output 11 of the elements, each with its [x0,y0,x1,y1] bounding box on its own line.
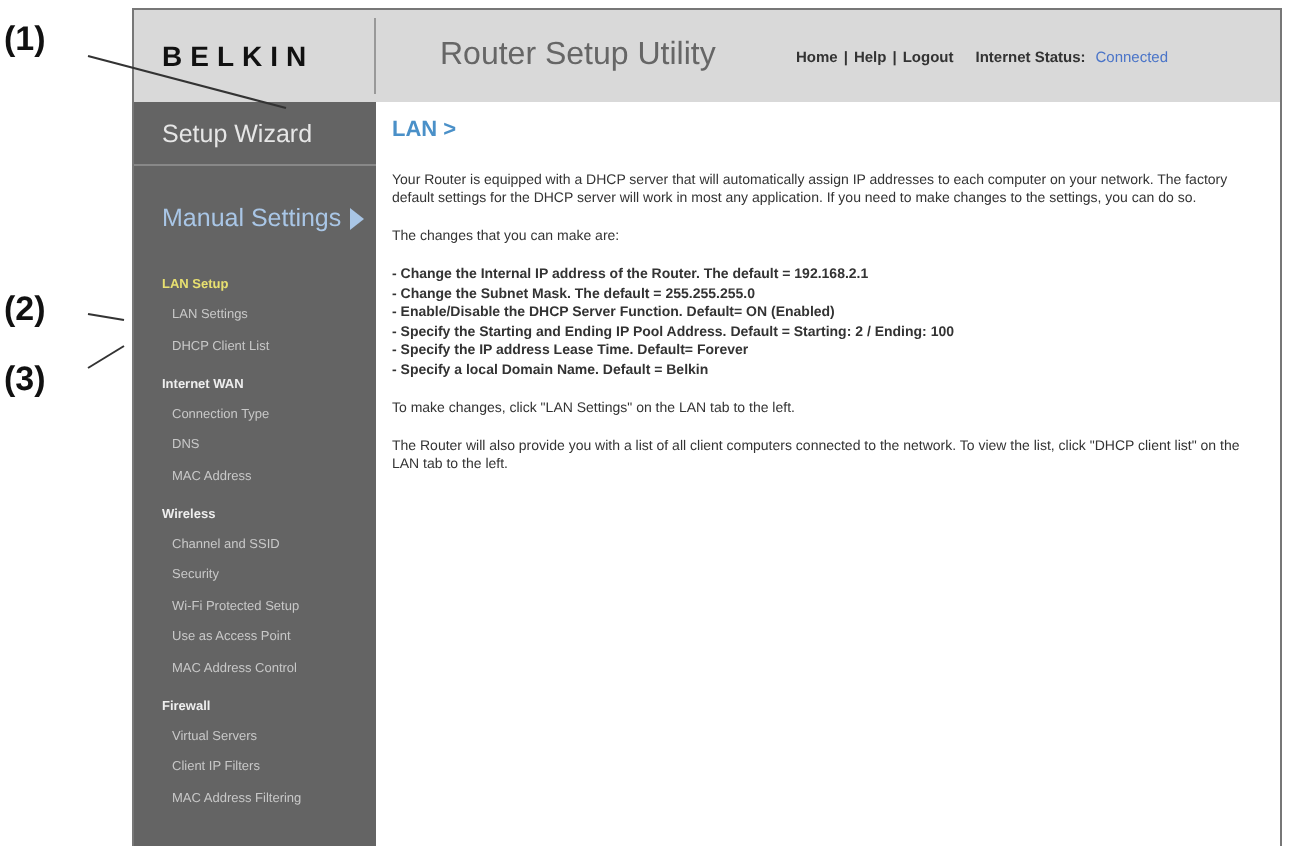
manual-settings-link[interactable]: Manual Settings [134,166,376,270]
leader-line [87,345,125,369]
callout-label: (1) [4,20,46,60]
triangle-icon [349,207,364,229]
leader-line [87,313,125,321]
app-title: Router Setup Utility [440,38,718,74]
setup-wizard-link[interactable]: Setup Wizard [134,102,376,166]
callout-label: (3) [4,360,46,400]
brand-logo: BELKIN [160,40,317,72]
callout-label: (2) [4,290,46,330]
breadcrumb: LAN > [392,122,459,141]
